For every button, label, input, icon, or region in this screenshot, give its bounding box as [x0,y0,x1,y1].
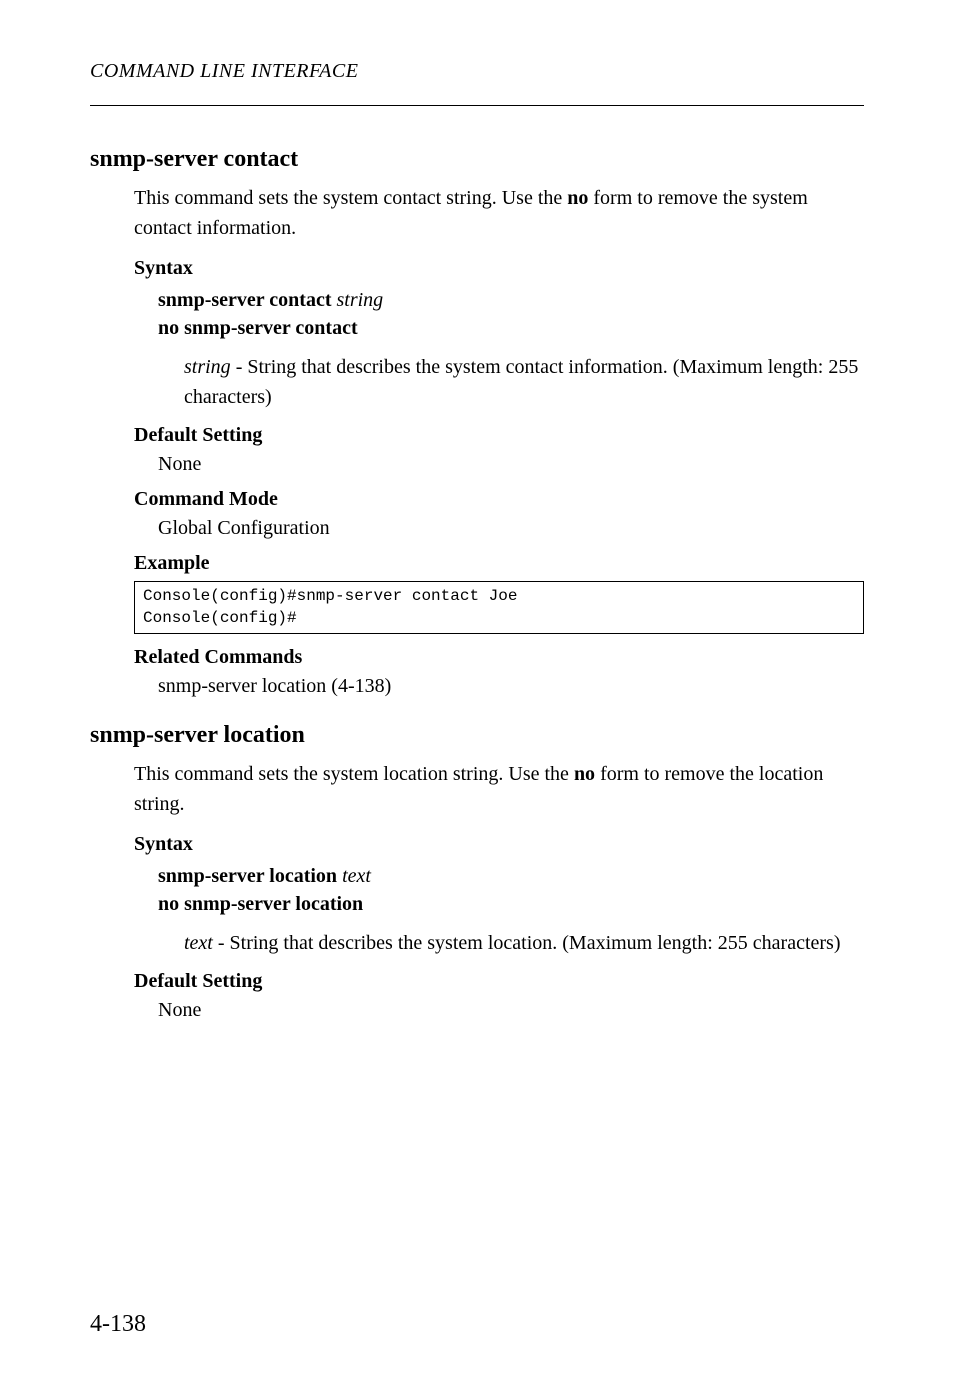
syntax-bold-1b: no snmp-server contact [158,317,358,339]
syntax-line2-location: no snmp-server location [158,890,864,918]
section-heading-location: snmp-server location [90,722,864,749]
default-label-2: Default Setting [134,970,864,993]
param-italic-1: string [184,356,231,378]
param-italic-2: text [184,932,213,954]
intro-part1: This command sets the system contact str… [134,187,567,209]
param-text-1: - String that describes the system conta… [184,356,858,408]
default-label-1: Default Setting [134,424,864,447]
header-rule [90,105,864,106]
section-heading-contact: snmp-server contact [90,146,864,173]
related-label-1: Related Commands [134,646,864,669]
page-number: 4-138 [90,1311,146,1338]
intro-text-contact: This command sets the system contact str… [134,183,864,243]
intro-bold: no [567,187,588,209]
example-code-1: Console(config)#snmp-server contact Joe … [134,581,864,634]
syntax-bold-1a: snmp-server contact [158,289,331,311]
syntax-italic-1a: string [336,289,383,311]
intro-text-location: This command sets the system location st… [134,759,864,819]
syntax-bold-2a: snmp-server location [158,865,337,887]
command-mode-label-1: Command Mode [134,488,864,511]
param-block-location: text - String that describes the system … [184,928,864,958]
related-value-1: snmp-server location (4-138) [158,675,864,698]
syntax-line2-contact: no snmp-server contact [158,314,864,342]
param-text-2: - String that describes the system locat… [213,932,841,954]
page-header: COMMAND LINE INTERFACE [90,60,864,83]
syntax-bold-2b: no snmp-server location [158,893,363,915]
command-mode-value-1: Global Configuration [158,517,864,540]
default-value-2: None [158,999,864,1022]
intro-part1-2: This command sets the system location st… [134,763,574,785]
default-value-1: None [158,453,864,476]
syntax-line1-contact: snmp-server contact string [158,286,864,314]
intro-bold-2: no [574,763,595,785]
syntax-line1-location: snmp-server location text [158,862,864,890]
param-block-contact: string - String that describes the syste… [184,352,864,412]
syntax-italic-2a: text [342,865,371,887]
syntax-label-1: Syntax [134,257,864,280]
example-label-1: Example [134,552,864,575]
syntax-label-2: Syntax [134,833,864,856]
